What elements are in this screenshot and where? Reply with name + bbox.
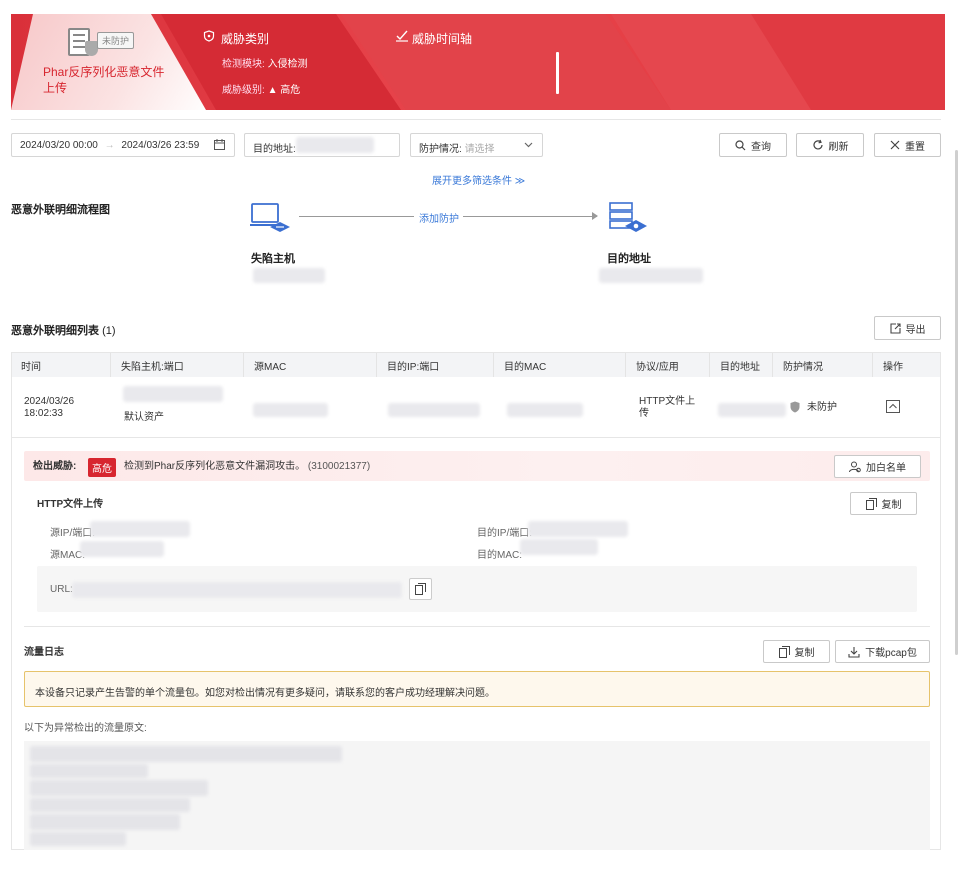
compromised-host-label: 失陷主机 (251, 253, 295, 265)
module-row: 检测模块: 入侵检测 (222, 59, 308, 70)
redacted-dst-addr (718, 403, 786, 417)
redacted-src-mac (80, 541, 164, 557)
column-header: 失陷主机:端口 (111, 352, 244, 377)
expand-filters-link[interactable]: 展开更多筛选条件 ≫ (432, 172, 525, 187)
protect-status-select[interactable]: 防护情况: 请选择 (410, 133, 543, 157)
copy-detail-button[interactable]: 复制 (850, 492, 917, 515)
column-header: 目的IP:端口 (377, 352, 494, 377)
redacted-raw-line (30, 764, 148, 778)
row-date: 2024/03/26 (24, 396, 75, 407)
src-ip-label: 源IP/端口: (50, 528, 96, 539)
status-badge: 未防护 (97, 32, 135, 49)
refresh-icon (812, 139, 823, 150)
url-label: URL: (50, 584, 73, 595)
collapse-row-icon[interactable] (886, 400, 900, 413)
column-header: 源MAC (244, 352, 377, 377)
date-range-picker[interactable]: 2024/03/20 00:00 → 2024/03/26 23:59 (11, 133, 235, 157)
dest-address-label: 目的地址 (607, 253, 651, 265)
export-icon (889, 322, 901, 334)
timeline-icon (395, 30, 409, 42)
close-icon (890, 140, 900, 150)
dst-ip-label: 目的IP/端口: (477, 528, 533, 539)
column-header: 时间 (11, 352, 111, 377)
redacted-raw-line (30, 832, 126, 846)
refresh-button[interactable]: 刷新 (796, 133, 864, 157)
category-label: 威胁类别 (221, 32, 270, 46)
redacted-url (72, 582, 402, 598)
redacted-src-mac (253, 403, 328, 417)
column-header: 防护情况 (773, 352, 873, 377)
column-header: 协议/应用 (626, 352, 710, 377)
compromised-host-icon (250, 203, 290, 235)
threat-title: Phar反序列化恶意文件上传 (43, 65, 165, 95)
column-header: 操作 (873, 352, 941, 377)
column-header: 目的地址 (710, 352, 773, 377)
host-asset: 默认资产 (124, 412, 164, 423)
chevron-down-icon (524, 142, 533, 148)
add-whitelist-button[interactable]: 加白名单 (834, 455, 921, 478)
row-time: 18:02:33 (24, 408, 63, 419)
redacted-raw-line (30, 780, 208, 796)
query-button[interactable]: 查询 (719, 133, 787, 157)
copy-url-button[interactable] (409, 578, 432, 600)
redacted-raw-line (30, 814, 180, 830)
row-protect: 未防护 (807, 402, 837, 413)
redacted-raw-line (30, 746, 342, 762)
redacted-host-port (123, 386, 223, 402)
category-shield-icon (203, 30, 215, 42)
notice-banner: 本设备只记录产生告警的单个流量包。如您对检出情况有更多疑问，请联系您的客户成功经… (24, 671, 930, 707)
download-icon (848, 646, 860, 658)
redacted-dst-mac (520, 539, 598, 555)
level-row: 威胁级别: ▲ 高危 (222, 85, 301, 96)
redacted-dest (599, 268, 703, 283)
copy-icon (778, 645, 790, 658)
redacted-dst-ip (388, 403, 480, 417)
redacted-dst-mac (507, 403, 583, 417)
timeline-label: 威胁时间轴 (412, 32, 473, 46)
section-title: HTTP文件上传 (37, 499, 104, 510)
column-header: 目的MAC (494, 352, 626, 377)
threat-label: 检出威胁: (33, 461, 77, 472)
server-icon (609, 202, 649, 236)
raw-label: 以下为异常检出的流量原文: (24, 723, 147, 734)
copy-traffic-button[interactable]: 复制 (763, 640, 830, 663)
row-protocol: HTTP文件上传 (639, 396, 696, 419)
threat-banner: 未防护 Phar反序列化恶意文件上传 威胁类别 检测模块: 入侵检测 威胁级别:… (11, 14, 945, 110)
flow-title: 恶意外联明细流程图 (11, 204, 110, 216)
search-icon (735, 139, 746, 150)
copy-icon (865, 497, 877, 510)
add-protection-link[interactable]: 添加防护 (419, 210, 459, 225)
double-chevron-down-icon: ≫ (514, 176, 526, 187)
severity-tag: 高危 (88, 458, 116, 477)
traffic-title: 流量日志 (24, 647, 64, 658)
redacted-dst-ip (528, 521, 628, 537)
calendar-icon (214, 139, 225, 150)
dst-mac-label: 目的MAC: (477, 550, 522, 561)
list-title: 恶意外联明细列表 (1) (11, 325, 116, 337)
timeline-marker (556, 52, 559, 94)
copy-icon (415, 583, 426, 595)
redacted-src-ip (90, 521, 190, 537)
user-add-icon (849, 461, 861, 472)
unprotected-shield-icon (790, 401, 800, 413)
redacted-host (253, 268, 325, 283)
threat-text: 检测到Phar反序列化恶意文件漏洞攻击。 (3100021377) (124, 461, 371, 472)
export-button[interactable]: 导出 (874, 316, 941, 340)
download-pcap-button[interactable]: 下载pcap包 (835, 640, 930, 663)
reset-button[interactable]: 重置 (874, 133, 941, 157)
redacted-value (296, 137, 374, 153)
redacted-raw-line (30, 798, 190, 812)
